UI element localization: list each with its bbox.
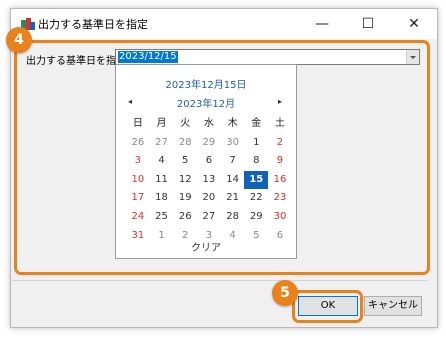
title-bar: 出力する基準日を指定 — ☐ ✕ bbox=[11, 9, 437, 39]
footer-divider bbox=[10, 280, 428, 281]
step-badge-5: 5 bbox=[272, 280, 298, 306]
minimize-button[interactable]: — bbox=[299, 9, 345, 39]
highlight-box-5 bbox=[292, 290, 363, 323]
window-title: 出力する基準日を指定 bbox=[38, 18, 148, 31]
maximize-button[interactable]: ☐ bbox=[345, 9, 391, 39]
highlight-box-4 bbox=[14, 40, 430, 275]
cancel-button[interactable]: キャンセル bbox=[364, 296, 422, 316]
close-button[interactable]: ✕ bbox=[391, 9, 437, 39]
step-badge-4: 4 bbox=[6, 27, 32, 53]
